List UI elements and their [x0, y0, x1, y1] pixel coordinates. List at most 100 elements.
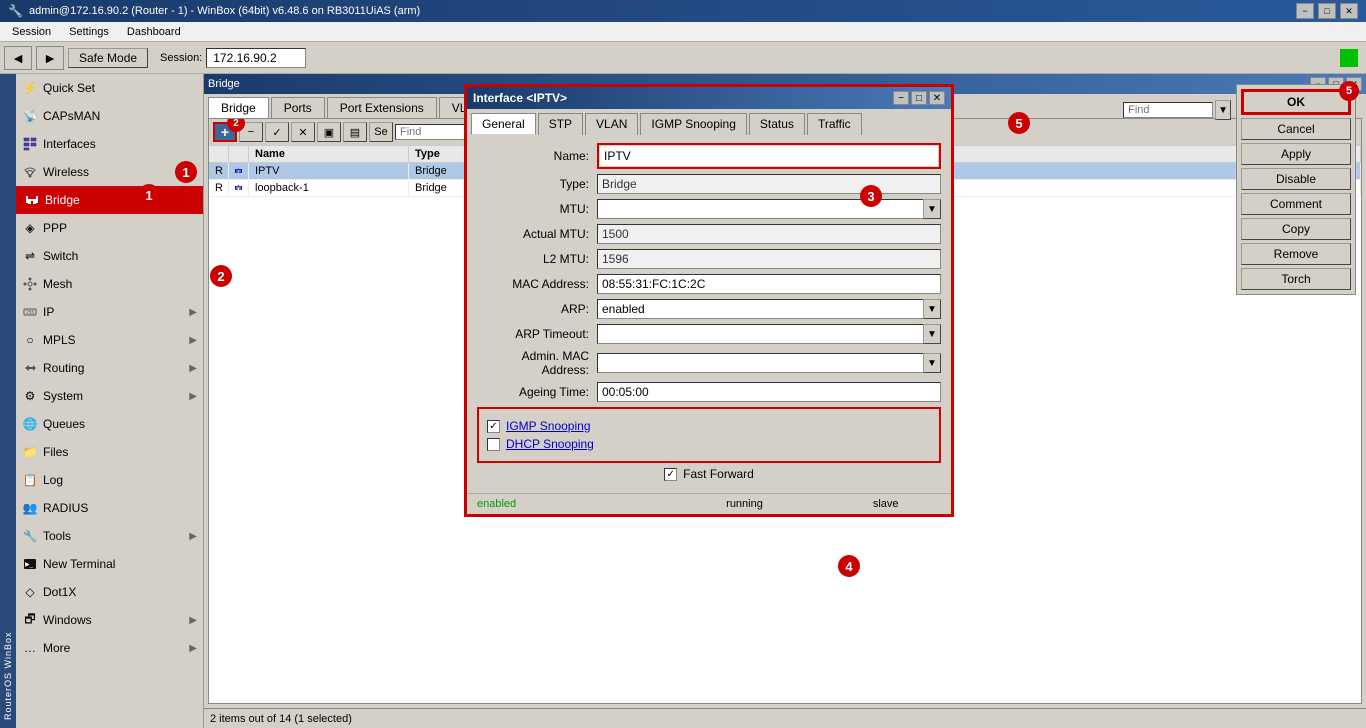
dialog-maximize-button[interactable]: □	[911, 91, 927, 105]
sidebar-item-ppp[interactable]: ◈ PPP	[16, 214, 203, 242]
admin-mac-input[interactable]	[597, 353, 923, 373]
disable-toolbar-button[interactable]: ✕	[291, 122, 315, 142]
sidebar-label-capsman: CAPsMAN	[43, 109, 197, 123]
sidebar-item-new-terminal[interactable]: ▶_ New Terminal	[16, 550, 203, 578]
sidebar-item-radius[interactable]: 👥 RADIUS	[16, 494, 203, 522]
title-bar-buttons: − □ ✕	[1296, 3, 1358, 19]
mac-input[interactable]	[597, 274, 941, 294]
name-input[interactable]	[600, 146, 938, 166]
sidebar-item-files[interactable]: 📁 Files	[16, 438, 203, 466]
tab-traffic[interactable]: Traffic	[807, 113, 862, 135]
close-button[interactable]: ✕	[1340, 3, 1358, 19]
safe-mode-button[interactable]: Safe Mode	[68, 48, 148, 68]
torch-button[interactable]: Torch	[1241, 268, 1351, 290]
maximize-button[interactable]: □	[1318, 3, 1336, 19]
filter-button[interactable]: ▤	[343, 122, 367, 142]
sidebar-label-files: Files	[43, 445, 197, 459]
back-button[interactable]: ◄	[4, 46, 32, 70]
routing-icon	[22, 360, 38, 376]
cancel-button[interactable]: Cancel	[1241, 118, 1351, 140]
sidebar-item-more[interactable]: … More ▶	[16, 634, 203, 662]
tab-ports[interactable]: Ports	[271, 97, 325, 118]
ageing-row: Ageing Time:	[477, 382, 941, 402]
find-dropdown-button[interactable]: ▼	[1215, 100, 1231, 120]
arp-timeout-label: ARP Timeout:	[477, 327, 597, 341]
search-button[interactable]: Se	[369, 122, 393, 142]
sidebar-item-wireless[interactable]: Wireless 1	[16, 158, 203, 186]
actual-mtu-row: Actual MTU:	[477, 224, 941, 244]
footer-slave: slave	[873, 498, 899, 510]
tab-status[interactable]: Status	[749, 113, 805, 135]
sidebar-label-switch: Switch	[43, 249, 197, 263]
tab-stp[interactable]: STP	[538, 113, 583, 135]
ok-button[interactable]: OK	[1241, 89, 1351, 115]
tab-port-extensions[interactable]: Port Extensions	[327, 97, 437, 118]
sidebar-item-windows[interactable]: 🗗 Windows ▶	[16, 606, 203, 634]
bridge-title-text: Bridge	[208, 78, 240, 90]
name-label: Name:	[477, 149, 597, 163]
dialog-minimize-button[interactable]: −	[893, 91, 909, 105]
admin-mac-row: Admin. MAC Address: ▼	[477, 349, 941, 377]
footer-running: running	[726, 498, 763, 510]
mtu-dropdown[interactable]: ▼	[923, 199, 941, 219]
minimize-button[interactable]: −	[1296, 3, 1314, 19]
badge-4: 4	[838, 555, 860, 577]
sidebar-item-ip[interactable]: 255 IP ▶	[16, 298, 203, 326]
sidebar-label-mpls: MPLS	[43, 333, 184, 347]
sidebar-item-system[interactable]: ⚙ System ▶	[16, 382, 203, 410]
sidebar-item-dot1x[interactable]: ◇ Dot1X	[16, 578, 203, 606]
bridge-icon	[24, 192, 40, 208]
menu-settings[interactable]: Settings	[61, 23, 117, 41]
svg-text:▶_: ▶_	[25, 562, 34, 568]
ageing-input[interactable]	[597, 382, 941, 402]
tab-vlan[interactable]: VLAN	[585, 113, 638, 135]
menu-session[interactable]: Session	[4, 23, 59, 41]
dialog-close-button[interactable]: ✕	[929, 91, 945, 105]
dialog-title-text: Interface <IPTV>	[473, 91, 567, 105]
tab-igmp-snooping[interactable]: IGMP Snooping	[640, 113, 747, 135]
forward-button[interactable]: ►	[36, 46, 64, 70]
fast-forward-checkbox[interactable]: ✓	[664, 468, 677, 481]
remove-button[interactable]: Remove	[1241, 243, 1351, 265]
ppp-icon: ◈	[22, 220, 38, 236]
disable-button[interactable]: Disable	[1241, 168, 1351, 190]
sidebar-item-capsman[interactable]: 📡 CAPsMAN	[16, 102, 203, 130]
system-arrow: ▶	[189, 391, 197, 402]
sidebar-item-quick-set[interactable]: ⚡ Quick Set	[16, 74, 203, 102]
settings-button[interactable]: ▣	[317, 122, 341, 142]
tab-general[interactable]: General	[471, 113, 536, 135]
sidebar-item-mpls[interactable]: ○ MPLS ▶	[16, 326, 203, 354]
badge-5-overlay: 5	[1008, 112, 1030, 134]
sidebar-label-new-terminal: New Terminal	[43, 557, 197, 571]
tab-bridge[interactable]: Bridge	[208, 97, 269, 118]
arp-input[interactable]	[597, 299, 923, 319]
bridge-find-input[interactable]	[1123, 102, 1213, 118]
sidebar-item-switch[interactable]: ⇌ Switch	[16, 242, 203, 270]
cell-icon-loopback	[229, 180, 249, 196]
sidebar-item-routing[interactable]: Routing ▶	[16, 354, 203, 382]
arp-timeout-dropdown[interactable]: ▼	[923, 324, 941, 344]
main-layout: RouterOS WinBox ⚡ Quick Set 📡 CAPsMAN In…	[0, 74, 1366, 728]
sidebar-label-routing: Routing	[43, 361, 184, 375]
admin-mac-dropdown[interactable]: ▼	[923, 353, 941, 373]
sidebar-item-log[interactable]: 📋 Log	[16, 466, 203, 494]
enable-button[interactable]: ✓	[265, 122, 289, 142]
menu-dashboard[interactable]: Dashboard	[119, 23, 189, 41]
sidebar-item-bridge[interactable]: Bridge	[16, 186, 203, 214]
comment-button[interactable]: Comment	[1241, 193, 1351, 215]
dialog-tabs: General STP VLAN IGMP Snooping Status Tr…	[467, 109, 951, 135]
sidebar-item-mesh[interactable]: Mesh	[16, 270, 203, 298]
sidebar-item-tools[interactable]: 🔧 Tools ▶	[16, 522, 203, 550]
igmp-snooping-checkbox[interactable]: ✓	[487, 420, 500, 433]
wireless-icon	[22, 164, 38, 180]
sidebar-item-interfaces[interactable]: Interfaces	[16, 130, 203, 158]
arp-timeout-input[interactable]	[597, 324, 923, 344]
arp-dropdown[interactable]: ▼	[923, 299, 941, 319]
dhcp-snooping-checkbox[interactable]	[487, 438, 500, 451]
find-input[interactable]	[395, 124, 475, 140]
sidebar-item-queues[interactable]: 🌐 Queues	[16, 410, 203, 438]
apply-button[interactable]: Apply	[1241, 143, 1351, 165]
sidebar-label-more: More	[43, 641, 184, 655]
routeros-winbox-label: RouterOS WinBox	[0, 74, 16, 728]
copy-button[interactable]: Copy	[1241, 218, 1351, 240]
